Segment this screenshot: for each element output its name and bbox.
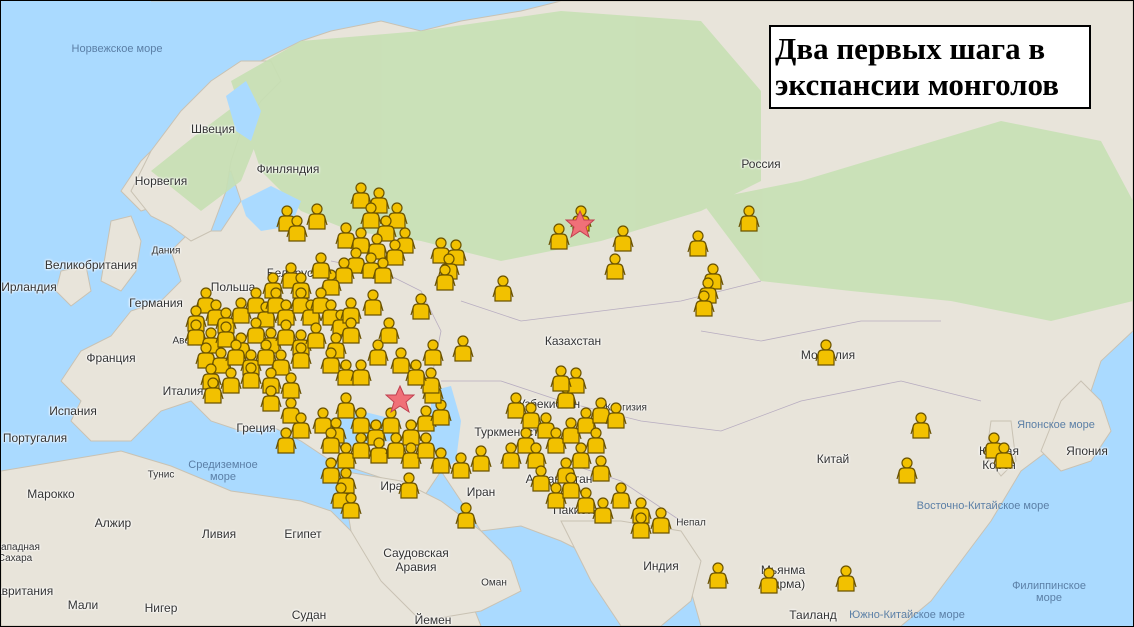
label-mali: Мали xyxy=(67,598,99,612)
person-marker-icon[interactable] xyxy=(340,317,362,345)
person-marker-icon[interactable] xyxy=(693,290,715,318)
label-thailand: Таиланд xyxy=(789,608,837,622)
person-marker-icon[interactable] xyxy=(604,253,626,281)
star-marker-caucasus[interactable] xyxy=(385,385,415,415)
person-marker-icon[interactable] xyxy=(286,215,308,243)
label-sweden: Швеция xyxy=(191,122,235,136)
person-marker-icon[interactable] xyxy=(455,502,477,530)
label-germany: Германия xyxy=(129,296,183,310)
person-marker-icon[interactable] xyxy=(650,507,672,535)
label-portugal: Португалия xyxy=(2,431,68,445)
label-spain: Испания xyxy=(49,404,97,418)
person-marker-icon[interactable] xyxy=(367,339,389,367)
person-marker-icon[interactable] xyxy=(610,482,632,510)
person-marker-icon[interactable] xyxy=(896,457,918,485)
label-norwegian-sea: Норвежское море xyxy=(71,43,163,55)
person-marker-icon[interactable] xyxy=(590,455,612,483)
person-marker-icon[interactable] xyxy=(430,447,452,475)
person-marker-icon[interactable] xyxy=(280,372,302,400)
person-marker-icon[interactable] xyxy=(758,567,780,595)
person-marker-icon[interactable] xyxy=(630,512,652,540)
person-marker-icon[interactable] xyxy=(910,412,932,440)
person-marker-icon[interactable] xyxy=(470,445,492,473)
label-western-sahara: Западная Сахара xyxy=(0,542,40,564)
label-uk: Великобритания xyxy=(44,258,138,272)
label-china: Китай xyxy=(816,452,850,466)
person-marker-icon[interactable] xyxy=(738,205,760,233)
map-title: Два первых шага в экспансии монголов xyxy=(775,31,1060,102)
person-marker-icon[interactable] xyxy=(410,293,432,321)
person-marker-icon[interactable] xyxy=(687,230,709,258)
person-marker-icon[interactable] xyxy=(835,565,857,593)
label-iran: Иран xyxy=(466,485,496,499)
label-kazakhstan: Казахстан xyxy=(544,334,602,348)
person-marker-icon[interactable] xyxy=(492,275,514,303)
person-marker-icon[interactable] xyxy=(612,225,634,253)
title-box: Два первых шага в экспансии монголов xyxy=(769,25,1091,109)
label-sudan: Судан xyxy=(291,608,327,622)
star-marker-siberia[interactable] xyxy=(565,210,595,240)
person-marker-icon[interactable] xyxy=(993,442,1015,470)
label-ireland: Ирландия xyxy=(1,280,57,294)
label-japan: Япония xyxy=(1066,444,1108,458)
label-morocco: Марокко xyxy=(27,487,75,501)
label-russia: Россия xyxy=(741,157,781,171)
person-marker-icon[interactable] xyxy=(605,402,627,430)
person-marker-icon[interactable] xyxy=(202,377,224,405)
person-marker-icon[interactable] xyxy=(306,203,328,231)
person-marker-icon[interactable] xyxy=(275,427,297,455)
label-denmark: Дания xyxy=(151,245,181,257)
person-marker-icon[interactable] xyxy=(500,442,522,470)
label-nepal: Непал xyxy=(676,517,706,529)
label-mediterranean: Средиземное море xyxy=(188,459,258,483)
label-saudi: Саудовская Аравия xyxy=(383,546,449,574)
label-egypt: Египет xyxy=(284,527,322,541)
person-marker-icon[interactable] xyxy=(405,359,427,387)
person-marker-icon[interactable] xyxy=(452,335,474,363)
person-marker-icon[interactable] xyxy=(240,362,262,390)
label-france: Франция xyxy=(86,351,136,365)
person-marker-icon[interactable] xyxy=(450,452,472,480)
person-marker-icon[interactable] xyxy=(398,472,420,500)
map-canvas[interactable]: Норвежское море Швеция Финляндия Норвеги… xyxy=(0,0,1134,627)
label-niger: Нигер xyxy=(144,601,178,615)
label-oman: Оман xyxy=(481,577,507,589)
label-mauritania: Мавритания xyxy=(1,584,54,598)
person-marker-icon[interactable] xyxy=(362,289,384,317)
label-italy: Италия xyxy=(162,384,204,398)
person-marker-icon[interactable] xyxy=(340,492,362,520)
label-greece: Греция xyxy=(236,421,276,435)
label-yemen: Йемен xyxy=(414,613,452,627)
person-marker-icon[interactable] xyxy=(815,339,837,367)
label-finland: Финляндия xyxy=(256,162,320,176)
label-east-china-sea: Восточно-Китайское море xyxy=(916,500,1050,512)
label-sea-of-japan: Японское море xyxy=(1017,419,1095,431)
person-marker-icon[interactable] xyxy=(434,264,456,292)
label-philippine-sea: Филиппинское море xyxy=(1012,580,1086,604)
person-marker-icon[interactable] xyxy=(550,365,572,393)
person-marker-icon[interactable] xyxy=(290,342,312,370)
person-marker-icon[interactable] xyxy=(372,257,394,285)
label-algeria: Алжир xyxy=(94,516,132,530)
label-norway: Норвегия xyxy=(134,174,188,188)
label-libya: Ливия xyxy=(201,527,237,541)
label-tunisia: Тунис xyxy=(147,469,175,481)
person-marker-icon[interactable] xyxy=(310,252,332,280)
person-marker-icon[interactable] xyxy=(260,385,282,413)
label-india: Индия xyxy=(643,559,679,573)
label-south-china-sea: Южно-Китайское море xyxy=(849,609,965,621)
person-marker-icon[interactable] xyxy=(707,562,729,590)
